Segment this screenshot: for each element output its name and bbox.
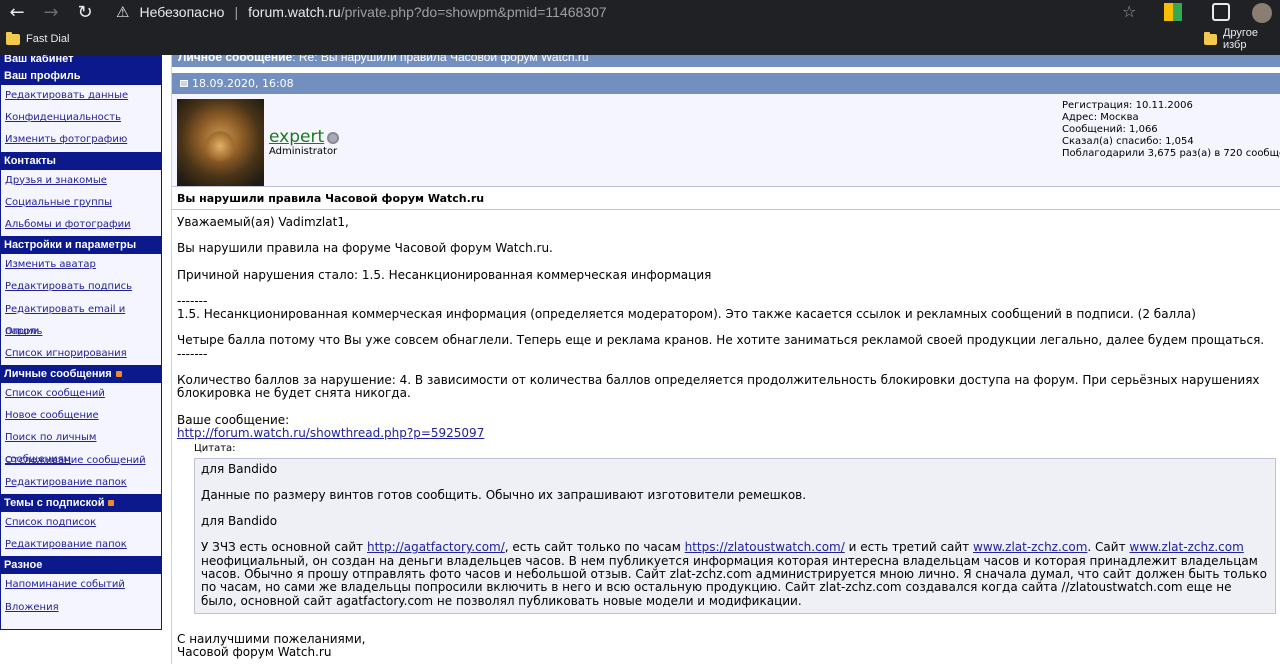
zlat-zchz-link-2[interactable]: www.zlat-zchz.com xyxy=(1129,540,1243,554)
rule-text: 1.5. Несанкционированная коммерческая ин… xyxy=(177,307,1196,322)
folder-icon xyxy=(6,31,20,45)
sidebar-link[interactable]: Напоминание событий xyxy=(1,574,161,597)
sidebar-heading-cabinet: Ваш кабинет xyxy=(1,55,161,67)
reload-icon[interactable]: ↻ xyxy=(68,0,102,24)
browser-chrome: ← → ↻ ⚠ Небезопасно | forum.watch.ru/pri… xyxy=(0,0,1280,55)
rss-icon[interactable] xyxy=(108,500,115,506)
sidebar-link[interactable]: Редактирование папок xyxy=(1,471,161,494)
address-bar[interactable]: ⚠ Небезопасно | forum.watch.ru/private.p… xyxy=(116,0,1146,24)
folder-icon xyxy=(1204,31,1217,45)
sidebar-link[interactable]: Редактирование папок xyxy=(1,534,161,557)
extension-icon[interactable] xyxy=(1164,3,1182,21)
page-title: Личное сообщение: Re: Вы нарушили правил… xyxy=(172,55,1280,67)
rss-icon[interactable] xyxy=(115,371,122,378)
sidebar-sections: Ваш профиль Редактировать данные Конфиденц… xyxy=(1,67,161,619)
forward-icon[interactable]: → xyxy=(34,0,68,24)
security-label: Небезопасно xyxy=(139,4,225,20)
sidebar-link[interactable]: Список игнорирования xyxy=(1,342,161,366)
collections-icon[interactable] xyxy=(1212,3,1230,21)
sidebar-link[interactable]: Изменить фотографию xyxy=(1,129,161,152)
violation-reason: Причиной нарушения стало: 1.5. Несанкцио… xyxy=(177,267,712,282)
sidebar-link[interactable]: Редактировать данные xyxy=(1,85,161,108)
sidebar-link[interactable]: Изменить аватар xyxy=(1,254,161,277)
sidebar-link[interactable]: Новое сообщение xyxy=(1,405,161,428)
separator-text: ------- xyxy=(177,346,208,361)
agatfactory-link[interactable]: http://agatfactory.com/ xyxy=(367,540,505,554)
sidebar-heading: Контакты xyxy=(1,151,161,170)
user-stats: Регистрация: 10.11.2006 Адрес: Москва Со… xyxy=(1062,100,1280,159)
url-path: /private.php?do=showpm&pmid=11468307 xyxy=(340,4,607,20)
message-panel: Личное сообщение: Re: Вы нарушили правил… xyxy=(171,55,1280,664)
sidebar-link[interactable]: Список сообщений xyxy=(1,383,161,406)
sidebar-heading: Темы с подпиской xyxy=(1,494,161,512)
sidebar-link[interactable]: Поиск по личным сообщениям xyxy=(1,427,161,465)
sidebar-link[interactable]: Список подписок xyxy=(1,512,161,535)
sidebar-link[interactable]: Отслеживание сообщений xyxy=(1,449,161,472)
post-date-bar: 18.09.2020, 16:08 xyxy=(172,73,1280,94)
quote-block: Цитата: для Bandido Данные по размеру ви… xyxy=(194,442,1280,614)
sidebar-heading: Личные сообщения xyxy=(1,365,161,384)
user-role: Administrator xyxy=(269,146,338,157)
bookmark-fast-dial[interactable]: Fast Dial xyxy=(6,31,69,45)
quote-box: для Bandido Данные по размеру винтов гот… xyxy=(194,457,1276,614)
thread-link[interactable]: http://forum.watch.ru/showthread.php?p=5… xyxy=(177,426,484,440)
message-subject: Вы нарушили правила Часовой форум Watch.… xyxy=(172,187,1280,210)
sidebar-heading: Ваш профиль xyxy=(1,67,161,85)
sidebar-link[interactable]: Друзья и знакомые xyxy=(1,169,161,192)
signature: С наилучшими пожеланиями, Часовой форум … xyxy=(177,631,366,660)
user-info-box: expert Administrator Регистрация: 10.11.… xyxy=(172,94,1280,187)
bookmark-other[interactable]: Другое избр xyxy=(1204,27,1280,51)
back-icon[interactable]: ← xyxy=(0,0,34,24)
zlatoustwatch-link[interactable]: https://zlatoustwatch.com/ xyxy=(685,540,845,554)
moderator-comment: Четыре балла потому что Вы уже совсем об… xyxy=(177,333,1265,348)
violation-line: Вы нарушили правила на форуме Часовой фо… xyxy=(177,241,553,256)
sidebar-link[interactable]: Конфиденциальность xyxy=(1,107,161,130)
avatar[interactable] xyxy=(1252,3,1272,23)
sidebar-link[interactable]: Альбомы и фотографии xyxy=(1,213,161,237)
sidebar: Ваш кабинет Ваш профиль Редактировать дан… xyxy=(0,55,162,630)
warning-icon: ⚠ xyxy=(116,4,130,21)
offline-status-icon xyxy=(327,132,339,144)
page-content: Ваш кабинет Ваш профиль Редактировать дан… xyxy=(0,55,1280,664)
message-body: Уважаемый(ая) Vadimzlat1, Вы нарушили пр… xyxy=(172,210,1280,660)
sidebar-link[interactable]: Редактировать подпись xyxy=(1,276,161,299)
sidebar-link[interactable]: Редактировать email и пароль xyxy=(1,298,161,337)
quote-label: Цитата: xyxy=(194,443,236,455)
post-icon xyxy=(180,80,188,87)
post-date: 18.09.2020, 16:08 xyxy=(192,77,294,90)
greeting: Уважаемый(ая) Vadimzlat1, xyxy=(177,215,349,229)
sidebar-link[interactable]: Социальные группы xyxy=(1,191,161,214)
quote-paragraph: У ЗЧЗ есть основной сайт http://agatfact… xyxy=(201,540,1267,608)
username-link[interactable]: expert xyxy=(269,127,324,147)
zlat-zchz-link[interactable]: www.zlat-zchz.com xyxy=(973,540,1087,554)
user-avatar[interactable] xyxy=(177,99,264,186)
sidebar-heading: Настройки и параметры xyxy=(1,236,161,255)
sidebar-link[interactable]: Опции xyxy=(1,320,161,343)
points-text: Количество баллов за нарушение: 4. В зав… xyxy=(177,373,1260,401)
bookmark-star-icon[interactable]: ☆ xyxy=(1122,2,1136,21)
bookmarks-bar: Fast Dial Другое избр xyxy=(0,27,1280,51)
sidebar-heading: Разное xyxy=(1,556,161,575)
your-message-label: Ваше сообщение: xyxy=(177,412,290,427)
url-host: forum.watch.ru xyxy=(248,4,341,20)
address-separator: | xyxy=(234,4,239,20)
sidebar-link[interactable]: Вложения xyxy=(1,596,161,619)
separator-text: ------- xyxy=(177,293,208,308)
